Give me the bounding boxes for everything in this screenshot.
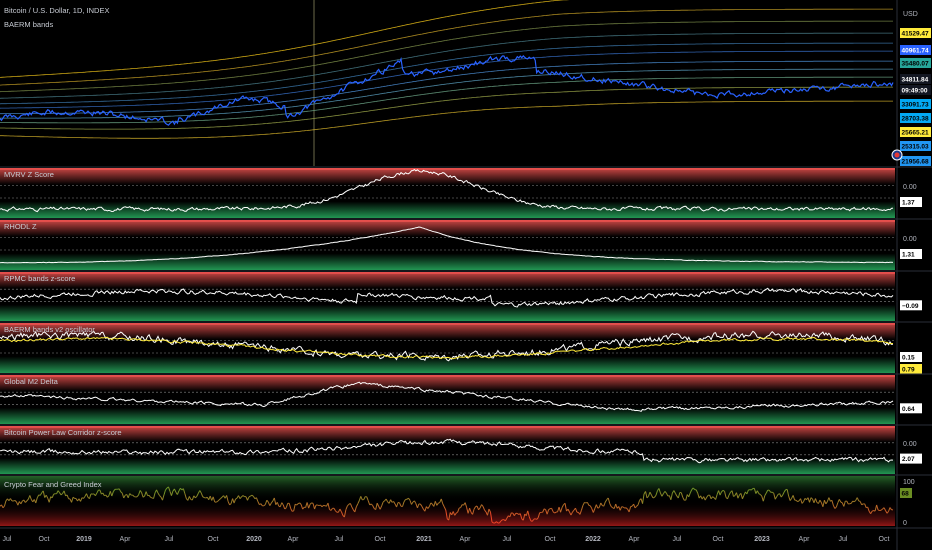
fng-line-segment [292,510,294,512]
overbought-band [0,220,895,237]
pane-title: RPMC bands z-score [4,274,75,283]
price-tag-text: 35480.07 [902,61,929,68]
fng-line-segment [871,510,874,512]
baerm-band-line [0,0,570,78]
fng-axis-label-bottom: 0 [903,520,907,527]
fng-line-segment [438,502,441,504]
time-tick-label: Oct [713,536,724,543]
fng-axis-label-top: 100 [903,479,915,486]
baerm-band-line [0,8,893,86]
time-tick-label: Apr [460,536,472,543]
flag-icon-dot [894,152,900,158]
chart-root: Bitcoin / U.S. Dollar, 1D, INDEX BAERM ba… [0,0,932,550]
time-tick-label: 2021 [416,536,432,543]
fng-line-segment [533,518,536,520]
baerm-band-line [0,50,893,109]
time-tick-label: Oct [375,536,386,543]
pane-title: RHODL Z [4,222,37,231]
time-tick-label: Apr [288,536,300,543]
last-value-text-2: 0.79 [902,367,915,374]
fng-line-segment [597,506,600,509]
pane-zero-label: 0.00 [903,441,917,448]
time-tick-label: Jul [3,536,12,543]
baerm-band-line [0,32,893,99]
time-tick-label: 2020 [246,536,262,543]
last-value-text: 2.07 [902,456,915,463]
time-tick-label: Jul [503,536,512,543]
time-tick-label: Apr [799,536,811,543]
chart-symbol-title: Bitcoin / U.S. Dollar, 1D, INDEX [4,6,109,15]
price-tag-text: 41529.47 [902,31,929,38]
oversold-band [0,407,895,424]
last-value-text: 1.37 [902,200,915,207]
time-tick-label: 2019 [76,536,92,543]
price-line [0,55,894,126]
oversold-band [0,458,895,474]
time-tick-label: Apr [120,536,132,543]
last-value-text: 68 [902,491,910,498]
time-tick-label: Jul [839,536,848,543]
time-tick-label: Oct [545,536,556,543]
price-tag-text: 21956.68 [902,159,929,166]
overbought-band [0,323,895,340]
last-value-text: −0.09 [902,303,919,310]
last-value-text: 0.64 [902,406,915,413]
fng-line-segment [458,507,461,509]
baerm-band-line [0,20,893,93]
time-tick-label: Oct [879,536,890,543]
price-tag-text: 33091.73 [902,102,929,109]
price-tag-text: 34811.84 [902,77,929,84]
pane-zero-label: 0.00 [903,236,917,243]
oversold-band [0,356,895,373]
fng-line-segment [202,496,205,498]
currency-label: USD [903,11,918,18]
overbought-band [0,375,895,392]
indicator-title: BAERM bands [4,20,53,29]
oversold-band [0,304,895,321]
fng-line-segment [652,496,655,499]
time-tick-label: 2022 [585,536,601,543]
time-tick-label: Apr [629,536,641,543]
oscillator-line [0,287,894,308]
price-tag-text: 25315.03 [902,144,929,151]
price-tag-text: 25665.21 [902,130,929,137]
pane-title: Global M2 Delta [4,377,59,386]
baerm-band-line [0,42,893,105]
time-tick-label: Oct [39,536,50,543]
pane-title: Crypto Fear and Greed Index [4,480,102,489]
time-tick-label: Jul [673,536,682,543]
fng-line-segment [840,501,843,504]
pane-zero-label: 0.00 [903,184,917,191]
overbought-band [0,272,895,289]
price-tag-text: 28703.38 [902,116,929,123]
time-tick-label: Jul [335,536,344,543]
fng-line-segment [150,496,153,499]
fng-line-segment [877,509,880,512]
time-tick-label: Jul [165,536,174,543]
pane-title: MVRV Z Score [4,170,54,179]
last-value-text: 1.31 [902,252,915,259]
price-tag-text: 09:49:00 [902,88,928,95]
time-tick-label: Oct [208,536,219,543]
time-tick-label: 2023 [754,536,770,543]
pane-title: BAERM bands v2 oscillator [4,325,95,334]
baerm-band-line [0,100,893,139]
pane-title: Bitcoin Power Law Corridor z-score [4,428,122,437]
last-value-text: 0.15 [902,355,915,362]
price-tag-text: 40961.74 [902,48,929,55]
fng-line-segment [317,504,320,507]
fng-line-segment [311,502,314,504]
fng-line-segment [204,497,206,499]
